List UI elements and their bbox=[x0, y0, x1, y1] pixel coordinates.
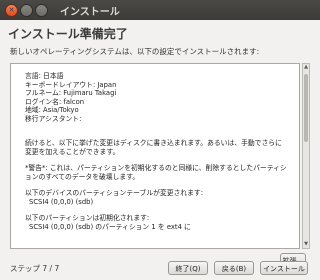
scroll-up-icon[interactable]: ▲ bbox=[303, 64, 309, 71]
table-change-device: SCSI4 (0,0,0) (sdb) bbox=[29, 197, 94, 206]
title-bar: ✕ インストール bbox=[0, 0, 320, 20]
summary-textview[interactable]: 言語: 日本語 キーボードレイアウト: Japan フルネーム: Fujimar… bbox=[10, 63, 300, 249]
step-indicator: ステップ 7 / 7 bbox=[10, 264, 60, 273]
installer-window: ✕ インストール インストール準備完了 新しいオペレーティングシステムは、以下の… bbox=[0, 0, 320, 280]
page-subtitle: 新しいオペレーティングシステムは、以下の設定でインストールされます: bbox=[10, 47, 260, 56]
summary-fullname: フルネーム: Fujimaru Takagi bbox=[25, 89, 117, 97]
minimize-button[interactable] bbox=[20, 4, 33, 17]
summary-keyboard: キーボードレイアウト: Japan bbox=[25, 80, 117, 89]
quit-button[interactable]: 終了(Q) bbox=[168, 261, 208, 275]
close-button[interactable]: ✕ bbox=[5, 4, 18, 17]
install-button[interactable]: インストール bbox=[260, 261, 308, 275]
maximize-button[interactable] bbox=[35, 4, 48, 17]
window-title: インストール bbox=[60, 7, 120, 18]
close-icon: ✕ bbox=[8, 6, 15, 14]
summary-login: ログイン名: falcon bbox=[25, 97, 85, 106]
scroll-down-icon[interactable]: ▼ bbox=[303, 241, 309, 248]
format-title: 以下のパーティションは初期化されます: bbox=[25, 214, 150, 222]
page-title: インストール準備完了 bbox=[8, 27, 128, 41]
summary-scrollbar[interactable]: ▲ ▼ bbox=[302, 63, 310, 249]
scrollbar-thumb[interactable] bbox=[304, 74, 308, 142]
warning-note: *警告*: これは、パーティションを初期化するのと同様に、削除するとしたパーティ… bbox=[25, 164, 287, 181]
continue-note: 続けると、以下に挙げた変更はディスクに書き込まれます。あるいは、手動でさらに変更… bbox=[25, 139, 282, 156]
summary-migration: 移行アシスタント: bbox=[25, 114, 82, 123]
summary-language: 言語: 日本語 bbox=[25, 72, 64, 80]
format-item: SCSI4 (0,0,0) (sdb) のパーティション 1 を ext4 に bbox=[29, 222, 191, 231]
table-change-title: 以下のデバイスのパーティションテーブルが変更されます: bbox=[25, 189, 203, 197]
summary-region: 地域: Asia/Tokyo bbox=[25, 106, 79, 114]
back-button[interactable]: 戻る(B) bbox=[214, 261, 254, 275]
